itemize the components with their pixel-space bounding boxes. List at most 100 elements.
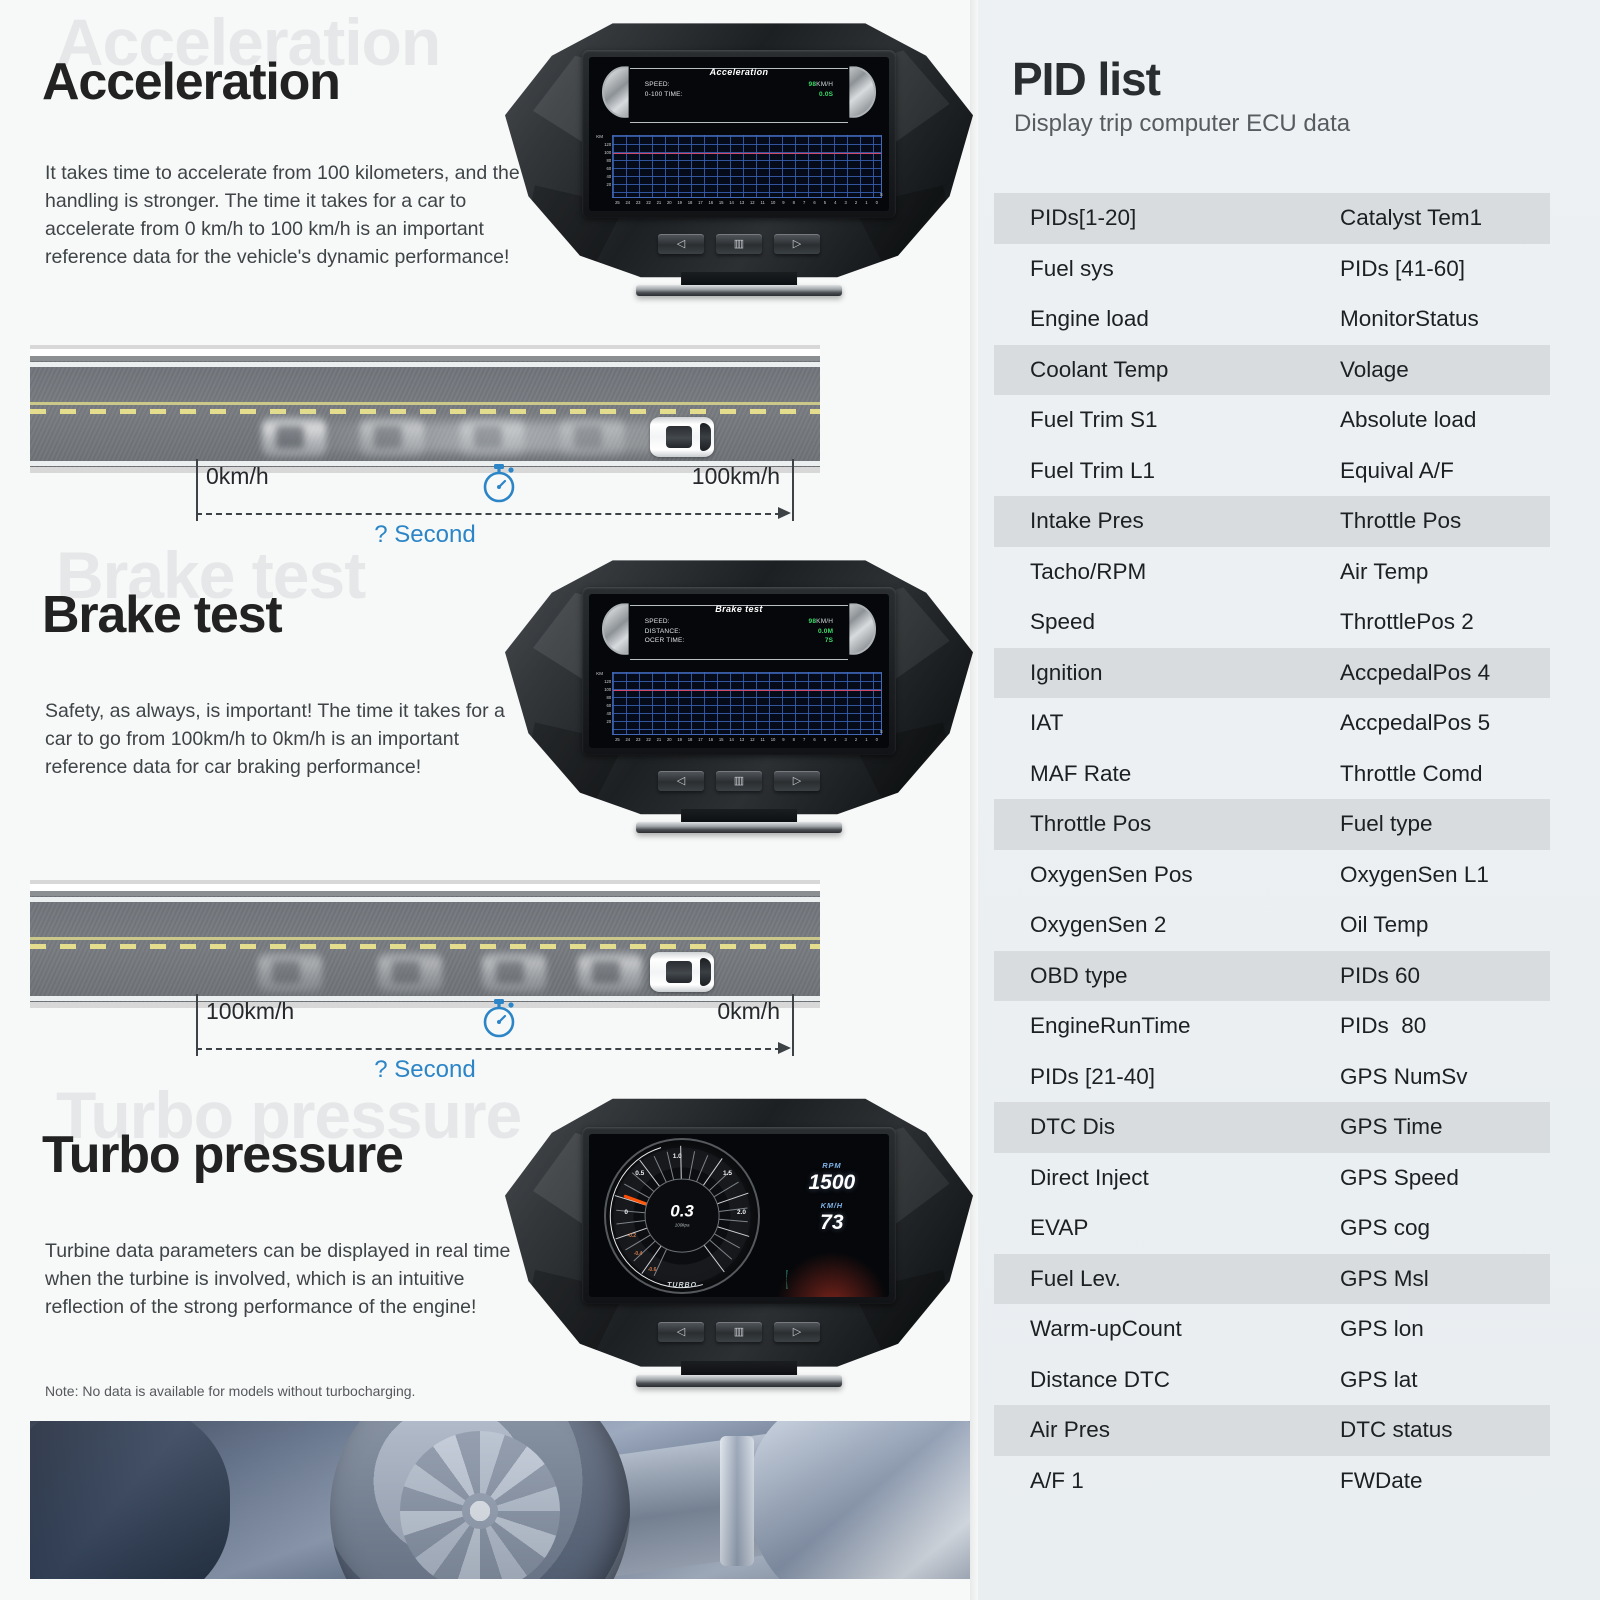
x-tick: 24 [625, 199, 631, 205]
x-tick: 7 [802, 736, 806, 742]
gauge-scale-label-negative: -0.6 [647, 1267, 657, 1273]
pid-cell-left: Intake Pres [1030, 508, 1144, 534]
pid-cell-left: IAT [1030, 710, 1064, 736]
hud-prev-button[interactable]: ◁ [658, 771, 704, 792]
pid-row: A/F 1 FWDate [994, 1456, 1550, 1507]
hud-menu-button[interactable]: ▥ [716, 1322, 762, 1343]
hud-prev-button[interactable]: ◁ [658, 1322, 704, 1343]
pid-row: PIDs [21-40] GPS NumSv [994, 1052, 1550, 1103]
pid-cell-left: Warm-upCount [1030, 1316, 1182, 1342]
pid-cell-right: GPS NumSv [1340, 1063, 1468, 1089]
car-ghost [578, 952, 642, 992]
hud-next-button[interactable]: ▷ [774, 771, 820, 792]
pid-list-title: PID list [1012, 53, 1161, 105]
x-tick: 8 [792, 736, 795, 742]
pid-row: Warm-upCount GPS lon [994, 1304, 1550, 1355]
gauge-caption: TURBO [667, 1281, 698, 1289]
screen-title: Brake test [715, 604, 763, 615]
chart-redline [613, 152, 881, 154]
hud-stand [636, 1360, 842, 1387]
screen-row: DISTANCE: 0.0M [645, 628, 833, 635]
pid-cell-right: DTC status [1340, 1417, 1453, 1443]
x-tick: 6 [813, 736, 816, 742]
hud-menu-button[interactable]: ▥ [716, 234, 762, 255]
pid-cell-left: OxygenSen Pos [1030, 861, 1193, 887]
hud-next-button[interactable]: ▷ [774, 1322, 820, 1343]
gauge-scale-label: 1.0 [672, 1153, 682, 1161]
x-tick: 2 [854, 199, 858, 205]
y-tick: 120 [604, 678, 612, 684]
hud-prev-button[interactable]: ◁ [658, 234, 704, 255]
gauge-value: 0.3 [670, 1202, 694, 1222]
hud-stand [636, 271, 842, 297]
x-tick: 19 [677, 736, 682, 742]
pid-cell-right: Throttle Comd [1340, 760, 1483, 786]
measure-left-label: 100km/h [206, 998, 295, 1024]
rpm-label: RPM [822, 1161, 842, 1171]
screen-row-label: OCER TIME: [644, 637, 685, 645]
x-tick: 11 [760, 199, 765, 205]
y-tick: 40 [606, 710, 612, 716]
rpm-block: RPM 1500 [775, 1161, 889, 1193]
gauge-scale-label: 1.5 [722, 1170, 732, 1178]
pid-row: Coolant Temp Volage [994, 344, 1550, 395]
screen-title: Acceleration [709, 67, 769, 78]
turbo-title: Turbo pressure [42, 1126, 404, 1184]
hud-screen-turbo: 0 0.5 1.0 1.5 2.0 -0.2 -0.4 -0.6 0.3 100… [589, 1134, 889, 1297]
x-tick: 3 [844, 736, 847, 742]
y-tick: 100 [604, 686, 612, 692]
pid-cell-right: Catalyst Tem1 [1340, 205, 1483, 231]
screen-row-value: 0.0M [817, 627, 834, 635]
gauge-scale-label: 0 [624, 1209, 628, 1217]
pid-cell-right: GPS Time [1340, 1114, 1443, 1140]
pid-row: OxygenSen 2 Oil Temp [994, 900, 1550, 951]
screen-row: SPEED: 98KM/H [645, 618, 833, 625]
turbo-note: Note: No data is available for models wi… [45, 1383, 416, 1399]
hud-next-button[interactable]: ▷ [774, 234, 820, 255]
pid-row: Fuel Trim L1 Equival A/F [994, 446, 1550, 497]
chart-plot [612, 671, 882, 735]
brake-heading-block: Brake test Brake test [42, 538, 366, 645]
pid-cell-left: Fuel Trim S1 [1030, 407, 1158, 433]
screen-row-value: 98 [808, 618, 817, 626]
hud-button-row: ◁ ▥ ▷ [658, 234, 820, 255]
pid-cell-right: FWDate [1340, 1467, 1423, 1493]
infographic-page: Acceleration Acceleration It takes time … [0, 0, 1600, 1600]
y-tick: 80 [606, 694, 612, 700]
pid-cell-left: Direct Inject [1030, 1164, 1149, 1190]
pid-row: PIDs[1-20] Catalyst Tem1 [994, 193, 1550, 244]
pid-cell-right: MonitorStatus [1340, 306, 1479, 332]
x-tick: 12 [749, 199, 755, 205]
pid-row: Fuel sys PIDs [41-60] [994, 244, 1550, 295]
pid-row: Throttle Pos Fuel type [994, 799, 1550, 850]
pid-cell-left: Air Pres [1030, 1417, 1111, 1443]
turbo-gauge: 0 0.5 1.0 1.5 2.0 -0.2 -0.4 -0.6 0.3 100… [589, 1134, 780, 1297]
x-tick: 11 [760, 736, 765, 742]
pid-cell-right: PIDs [41-60] [1340, 255, 1466, 281]
hud-device-brake: Brake test SPEED: 98KM/H DISTANCE: 0.0M [505, 555, 973, 834]
pid-row: EngineRunTime PIDs 80 [994, 1001, 1550, 1052]
speed-block: KM/H 73 [775, 1201, 889, 1233]
car-ghost [460, 417, 524, 457]
road-glow-graphic [774, 1251, 889, 1297]
acceleration-road [30, 345, 820, 473]
x-tick: 1 [865, 736, 868, 742]
hud-screen-brake: Brake test SPEED: 98KM/H DISTANCE: 0.0M [589, 594, 889, 748]
x-tick: 4 [834, 199, 837, 205]
hud-device-turbo: 0 0.5 1.0 1.5 2.0 -0.2 -0.4 -0.6 0.3 100… [505, 1093, 973, 1387]
pid-cell-right: Absolute load [1340, 407, 1477, 433]
pid-row: OxygenSen Pos OxygenSen L1 [994, 850, 1550, 901]
pid-cell-right: Equival A/F [1340, 457, 1454, 483]
pid-cell-right: GPS Speed [1340, 1164, 1459, 1190]
pid-row: OBD type PIDs 60 [994, 950, 1550, 1001]
y-tick: 80 [606, 157, 612, 163]
measure-right-label: 0km/h [717, 998, 780, 1024]
pid-cell-left: OBD type [1030, 962, 1128, 988]
gauge-scale-label-negative: -0.4 [633, 1251, 643, 1258]
hud-device-acceleration: Acceleration SPEED: 98KM/H 0-100 TIME: 0… [505, 18, 973, 297]
rpm-value: 1500 [808, 1171, 856, 1195]
brake-measure: 100km/h 0km/h ? Second [30, 990, 820, 1083]
car-primary [650, 417, 714, 457]
hud-menu-button[interactable]: ▥ [716, 771, 762, 792]
measure-right-label: 100km/h [691, 463, 780, 489]
